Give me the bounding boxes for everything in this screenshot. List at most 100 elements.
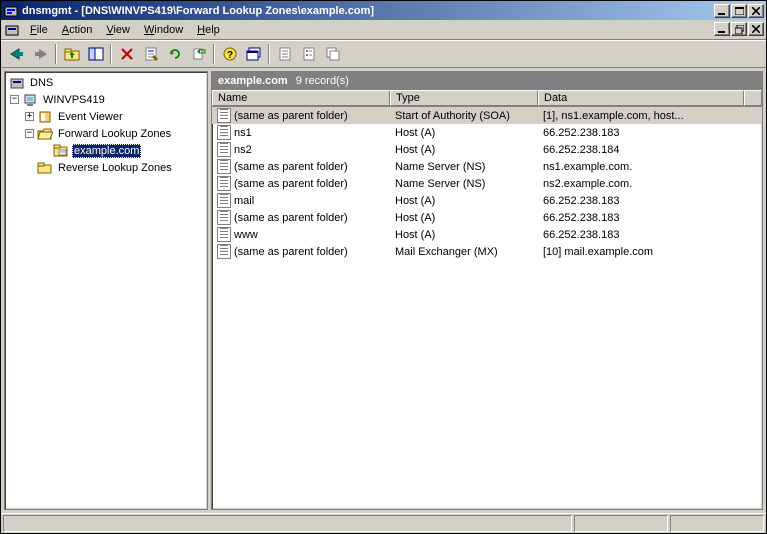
list-view1-button[interactable] <box>273 43 296 65</box>
tree-event-viewer[interactable]: + Event Viewer <box>5 108 207 125</box>
maximize-button[interactable] <box>731 4 747 18</box>
record-row[interactable]: mailHost (A)66.252.238.183 <box>212 192 762 209</box>
content-area: DNS − WINVPS419 + Event Viewer − Forward… <box>1 68 766 513</box>
zone-icon <box>53 143 69 159</box>
export-button[interactable] <box>187 43 210 65</box>
statusbar <box>1 513 766 533</box>
record-row[interactable]: (same as parent folder)Start of Authorit… <box>212 107 762 124</box>
record-type: Name Server (NS) <box>390 161 538 173</box>
list-view2-button[interactable] <box>297 43 320 65</box>
show-hide-tree-button[interactable] <box>84 43 107 65</box>
record-data: 66.252.238.183 <box>538 229 762 241</box>
record-row[interactable]: (same as parent folder)Host (A)66.252.23… <box>212 209 762 226</box>
dns-icon <box>9 75 25 91</box>
record-type: Host (A) <box>390 212 538 224</box>
record-row[interactable]: ns1Host (A)66.252.238.183 <box>212 124 762 141</box>
record-row[interactable]: (same as parent folder) Name Server (NS)n… <box>212 158 762 175</box>
menu-action[interactable]: Action <box>55 22 100 38</box>
record-data: 66.252.238.184 <box>538 144 762 156</box>
record-type: Start of Authority (SOA) <box>390 110 538 122</box>
record-icon <box>217 108 231 123</box>
tree-label: WINVPS419 <box>41 93 107 107</box>
col-data[interactable]: Data <box>538 90 744 106</box>
col-name[interactable]: Name <box>212 90 390 106</box>
tree-forward-zones[interactable]: − Forward Lookup Zones <box>5 125 207 142</box>
window-title: dnsmgmt - [DNS\WINVPS419\Forward Lookup … <box>22 5 714 17</box>
close-button[interactable] <box>748 4 764 18</box>
up-button[interactable] <box>60 43 83 65</box>
record-row[interactable]: ns2 Host (A)66.252.238.184 <box>212 141 762 158</box>
forward-button[interactable] <box>29 43 52 65</box>
record-icon <box>217 227 231 242</box>
tree-zone-example[interactable]: example.com <box>5 142 207 159</box>
minimize-button[interactable] <box>714 4 730 18</box>
menu-help[interactable]: Help <box>190 22 227 38</box>
folder-icon <box>37 160 53 176</box>
app-icon <box>3 3 19 19</box>
tree-server[interactable]: − WINVPS419 <box>5 91 207 108</box>
back-button[interactable] <box>5 43 28 65</box>
list-pane: example.com 9 record(s) Name Type Data (… <box>211 71 763 510</box>
record-name: (same as parent folder) <box>234 246 348 258</box>
properties-button[interactable] <box>139 43 162 65</box>
collapse-icon[interactable]: − <box>25 129 34 138</box>
record-row[interactable]: (same as parent folder)Mail Exchanger (M… <box>212 243 762 260</box>
record-icon <box>217 142 231 157</box>
delete-button[interactable] <box>115 43 138 65</box>
status-panel <box>3 515 572 532</box>
record-name: mail <box>234 195 254 207</box>
record-type: Host (A) <box>390 229 538 241</box>
tree-label: Reverse Lookup Zones <box>56 161 174 175</box>
record-icon <box>217 210 231 225</box>
record-row[interactable]: (same as parent folder)Name Server (NS)n… <box>212 175 762 192</box>
refresh-button[interactable] <box>163 43 186 65</box>
toolbar-separator <box>268 44 270 64</box>
tree-reverse-zones[interactable]: Reverse Lookup Zones <box>5 159 207 176</box>
record-data: [1], ns1.example.com, host... <box>538 110 762 122</box>
toolbar-separator <box>213 44 215 64</box>
record-icon <box>217 125 231 140</box>
system-menu-icon[interactable] <box>3 21 21 39</box>
titlebar: dnsmgmt - [DNS\WINVPS419\Forward Lookup … <box>1 1 766 20</box>
tree-root-dns[interactable]: DNS <box>5 74 207 91</box>
record-type: Host (A) <box>390 144 538 156</box>
list-body[interactable]: (same as parent folder) Start of Authorit… <box>212 107 762 509</box>
new-window-button[interactable] <box>242 43 265 65</box>
record-data: 66.252.238.183 <box>538 212 762 224</box>
tree-pane[interactable]: DNS − WINVPS419 + Event Viewer − Forward… <box>4 71 208 510</box>
mdi-restore-button[interactable] <box>731 22 747 36</box>
record-icon <box>217 244 231 259</box>
collapse-icon[interactable]: − <box>10 95 19 104</box>
record-data: ns2.example.com. <box>538 178 762 190</box>
status-panel <box>574 515 668 532</box>
server-icon <box>22 92 38 108</box>
tree-label: Forward Lookup Zones <box>56 127 173 141</box>
cascade-button[interactable] <box>321 43 344 65</box>
tree-label-selected: example.com <box>72 144 141 158</box>
mdi-close-button[interactable] <box>748 22 764 36</box>
record-data: ns1.example.com. <box>538 161 762 173</box>
zone-name: example.com <box>218 75 288 87</box>
menu-window[interactable]: Window <box>137 22 190 38</box>
record-name: (same as parent folder) <box>234 161 348 173</box>
help-button[interactable]: ? <box>218 43 241 65</box>
record-icon <box>217 193 231 208</box>
record-name: www <box>234 229 258 241</box>
record-count: 9 record(s) <box>296 75 349 87</box>
record-row[interactable]: www Host (A)66.252.238.183 <box>212 226 762 243</box>
menu-file[interactable]: File <box>23 22 55 38</box>
expand-icon[interactable]: + <box>25 112 34 121</box>
record-name: ns2 <box>234 144 252 156</box>
tree-label: DNS <box>28 76 55 90</box>
record-icon <box>217 159 231 174</box>
toolbar-separator <box>55 44 57 64</box>
menubar: File Action View Window Help <box>1 20 766 40</box>
record-type: Host (A) <box>390 127 538 139</box>
col-type[interactable]: Type <box>390 90 538 106</box>
column-header: Name Type Data <box>212 90 762 107</box>
mdi-minimize-button[interactable] <box>714 22 730 36</box>
menu-view[interactable]: View <box>99 22 137 38</box>
col-tail <box>744 90 762 106</box>
record-type: Name Server (NS) <box>390 178 538 190</box>
list-header-band: example.com 9 record(s) <box>212 72 762 90</box>
